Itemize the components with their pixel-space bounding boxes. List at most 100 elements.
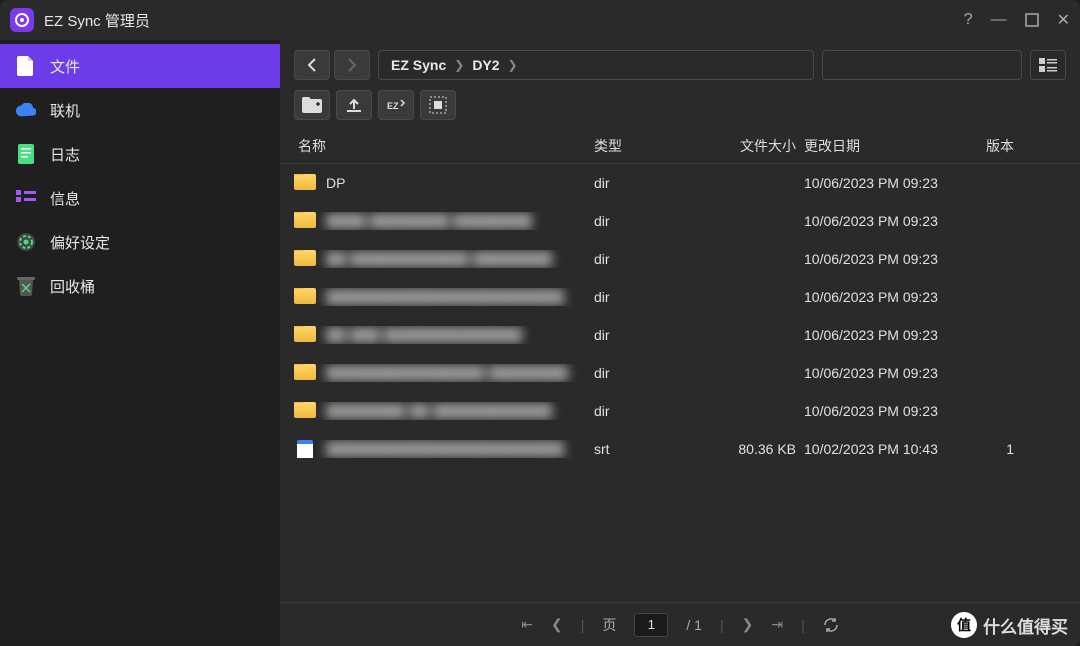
page-last-button[interactable]: ⇥	[771, 616, 783, 633]
main-panel: EZ Sync ❯ DY2 ❯ EZ	[280, 40, 1080, 646]
table-row[interactable]: ████████████████ ████████ dir 10/06/2023 P…	[280, 354, 1080, 392]
breadcrumb-folder[interactable]: DY2	[472, 57, 499, 73]
window-title: EZ Sync 管理员	[44, 10, 964, 31]
table-header: 名称 类型 文件大小 更改日期 版本	[280, 128, 1080, 164]
table-row[interactable]: ████████████████████████ srt80.36 KB10/02…	[280, 430, 1080, 468]
file-date: 10/06/2023 PM 09:23	[804, 175, 964, 191]
nav-back-button[interactable]	[294, 50, 330, 80]
folder-icon	[294, 326, 316, 342]
folder-icon	[294, 250, 316, 266]
file-type: dir	[594, 289, 694, 305]
col-version[interactable]: 版本	[964, 136, 1014, 156]
file-type: dir	[594, 175, 694, 191]
sidebar-label: 信息	[50, 188, 80, 209]
minimize-button[interactable]: —	[991, 11, 1007, 29]
file-name: ████████ ██ ████████████	[326, 403, 552, 419]
sidebar-label: 文件	[50, 56, 80, 77]
file-table: 名称 类型 文件大小 更改日期 版本 DP dir 10/06/2023 PM 09…	[280, 128, 1080, 602]
sidebar: 文件 联机 日志 信息 偏好设定 回收桶	[0, 40, 280, 646]
file-type: dir	[594, 403, 694, 419]
sidebar-item-logs[interactable]: 日志	[0, 132, 280, 176]
search-input[interactable]	[837, 58, 1013, 73]
file-date: 10/02/2023 PM 10:43	[804, 441, 964, 457]
table-row[interactable]: ████ ████████ ████████ dir 10/06/2023 PM 0…	[280, 202, 1080, 240]
sync-button[interactable]: EZ	[378, 90, 414, 120]
page-input[interactable]	[634, 613, 668, 637]
file-size: 80.36 KB	[694, 441, 804, 457]
table-row[interactable]: DP dir 10/06/2023 PM 09:23	[280, 164, 1080, 202]
gear-icon	[16, 232, 36, 252]
sidebar-item-preferences[interactable]: 偏好设定	[0, 220, 280, 264]
col-name[interactable]: 名称	[294, 136, 594, 156]
file-icon	[16, 56, 36, 76]
table-row[interactable]: ████████████████████████ dir 10/06/2023 PM…	[280, 278, 1080, 316]
sidebar-label: 偏好设定	[50, 232, 110, 253]
file-date: 10/06/2023 PM 09:23	[804, 327, 964, 343]
file-version: 1	[964, 441, 1014, 457]
sidebar-label: 回收桶	[50, 276, 95, 297]
folder-icon	[294, 364, 316, 380]
sidebar-label: 联机	[50, 100, 80, 121]
app-logo	[10, 8, 34, 32]
col-type[interactable]: 类型	[594, 136, 694, 156]
select-all-button[interactable]	[420, 90, 456, 120]
chevron-right-icon: ❯	[454, 58, 464, 72]
title-bar: EZ Sync 管理员 ? — ✕	[0, 0, 1080, 40]
file-type: dir	[594, 327, 694, 343]
page-prev-button[interactable]: ❮	[551, 616, 563, 633]
close-button[interactable]: ✕	[1057, 10, 1070, 30]
file-type: srt	[594, 441, 694, 457]
page-total: / 1	[686, 617, 702, 633]
breadcrumb[interactable]: EZ Sync ❯ DY2 ❯	[378, 50, 814, 80]
file-name: ████████████████████████	[326, 441, 564, 457]
file-date: 10/06/2023 PM 09:23	[804, 365, 964, 381]
pagination: ⇤ ❮ | 页 / 1 | ❯ ⇥ |	[280, 602, 1080, 646]
maximize-button[interactable]	[1025, 13, 1039, 27]
search-box[interactable]	[822, 50, 1022, 80]
refresh-button[interactable]	[823, 617, 839, 633]
file-name: ████ ████████ ████████	[326, 213, 532, 229]
file-type: dir	[594, 213, 694, 229]
folder-icon	[294, 288, 316, 304]
file-date: 10/06/2023 PM 09:23	[804, 251, 964, 267]
sidebar-item-info[interactable]: 信息	[0, 176, 280, 220]
col-size[interactable]: 文件大小	[694, 136, 804, 156]
file-type: dir	[594, 251, 694, 267]
breadcrumb-root[interactable]: EZ Sync	[391, 57, 446, 73]
log-icon	[16, 144, 36, 164]
nav-forward-button[interactable]	[334, 50, 370, 80]
upload-button[interactable]	[336, 90, 372, 120]
info-icon	[16, 188, 36, 208]
file-date: 10/06/2023 PM 09:23	[804, 213, 964, 229]
folder-icon	[294, 174, 316, 190]
trash-icon	[16, 276, 36, 296]
sidebar-label: 日志	[50, 144, 80, 165]
svg-text:EZ: EZ	[387, 101, 399, 111]
file-date: 10/06/2023 PM 09:23	[804, 403, 964, 419]
chevron-right-icon: ❯	[508, 58, 518, 72]
view-toggle-button[interactable]	[1030, 50, 1066, 80]
table-row[interactable]: ██ ████████████ ████████ dir 10/06/2023 PM…	[280, 240, 1080, 278]
sidebar-item-trash[interactable]: 回收桶	[0, 264, 280, 308]
new-folder-button[interactable]	[294, 90, 330, 120]
cloud-icon	[16, 100, 36, 120]
page-first-button[interactable]: ⇤	[521, 616, 533, 633]
file-name: ████████████████████████	[326, 289, 564, 305]
file-date: 10/06/2023 PM 09:23	[804, 289, 964, 305]
file-name: DP	[326, 175, 345, 191]
file-type: dir	[594, 365, 694, 381]
table-row[interactable]: ██ ███ ██████████████ dir 10/06/2023 PM 09…	[280, 316, 1080, 354]
file-icon	[297, 440, 313, 458]
folder-icon	[294, 212, 316, 228]
col-date[interactable]: 更改日期	[804, 136, 964, 156]
table-row[interactable]: ████████ ██ ████████████ dir 10/06/2023 PM…	[280, 392, 1080, 430]
sidebar-item-files[interactable]: 文件	[0, 44, 280, 88]
file-name: ████████████████ ████████	[326, 365, 568, 381]
sidebar-item-online[interactable]: 联机	[0, 88, 280, 132]
folder-icon	[294, 402, 316, 418]
file-name: ██ ████████████ ████████	[326, 251, 552, 267]
help-button[interactable]: ?	[964, 11, 973, 29]
page-label: 页	[602, 615, 616, 635]
page-next-button[interactable]: ❯	[742, 616, 754, 633]
file-name: ██ ███ ██████████████	[326, 327, 522, 343]
